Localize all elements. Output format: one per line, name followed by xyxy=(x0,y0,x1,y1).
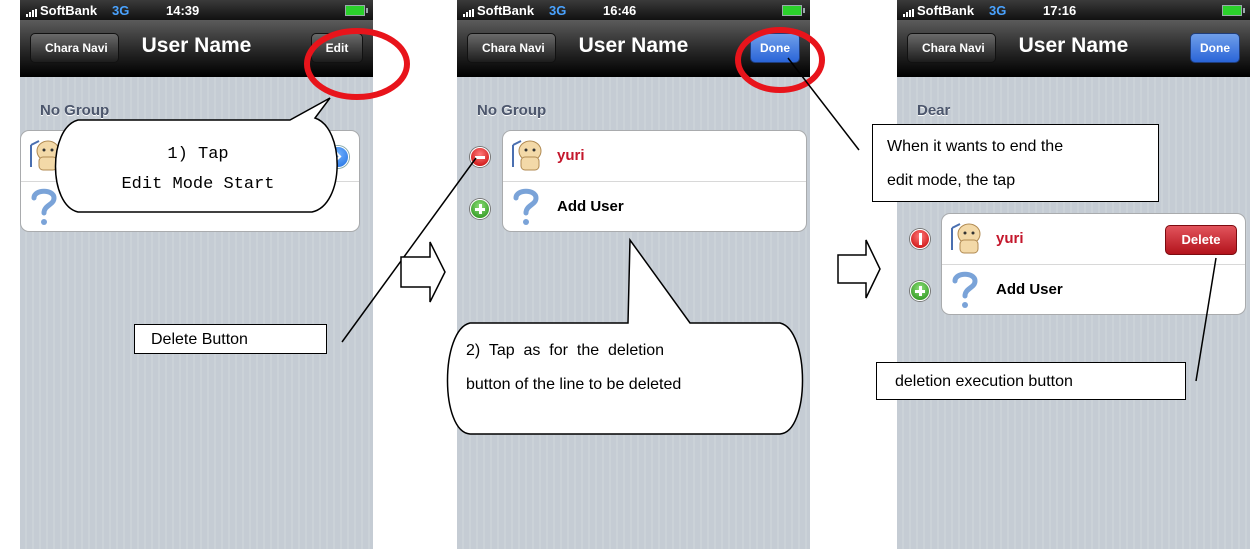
pointer-line xyxy=(787,57,860,151)
callout-text-1: 1) Tap Edit Mode Start xyxy=(58,140,338,200)
callout-line: 2) Tap as for the deletion xyxy=(466,342,665,359)
highlight-circle xyxy=(735,27,825,93)
callout-line: 1) Tap xyxy=(167,145,229,164)
right-arrow-icon xyxy=(837,239,881,299)
callout-line: button of the line to be deleted xyxy=(466,376,682,393)
delete-button-label-box: Delete Button xyxy=(134,324,327,354)
callout-line: Edit Mode Start xyxy=(121,175,275,194)
box-line: edit mode, the tap xyxy=(887,172,1016,189)
box-text: Delete Button xyxy=(151,331,248,348)
callout-text-2: 2) Tap as for the deletion button of the… xyxy=(466,334,781,402)
pointer-line xyxy=(341,157,477,343)
annotation-overlay xyxy=(54,27,1217,435)
done-explanation-box: When it wants to end the edit mode, the … xyxy=(872,124,1159,202)
box-line: When it wants to end the xyxy=(887,138,1064,155)
pointer-line xyxy=(1195,257,1217,382)
delete-execution-label-box: deletion execution button xyxy=(876,362,1186,400)
highlight-circle xyxy=(304,28,410,100)
box-text: deletion execution button xyxy=(895,373,1073,390)
